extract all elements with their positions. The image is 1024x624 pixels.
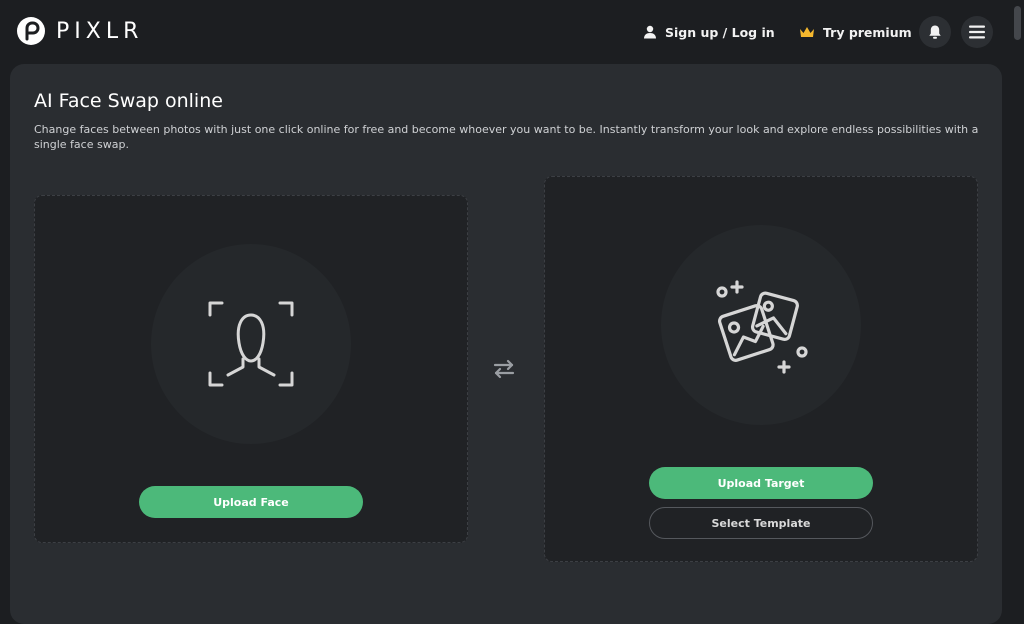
logo-text: PIXLR bbox=[56, 18, 144, 44]
hamburger-menu-icon bbox=[969, 25, 985, 39]
menu-button[interactable] bbox=[961, 16, 993, 48]
scrollbar-thumb[interactable] bbox=[1014, 6, 1021, 40]
crown-icon bbox=[800, 27, 814, 37]
images-icon bbox=[716, 280, 808, 374]
target-icon-circle bbox=[661, 225, 861, 425]
select-template-button[interactable]: Select Template bbox=[649, 507, 873, 539]
user-icon bbox=[644, 25, 656, 39]
top-header: PIXLR Sign up / Log in Try premium bbox=[0, 0, 1024, 64]
face-scan-icon bbox=[208, 301, 294, 387]
target-drop-zone[interactable]: Upload Target Select Template bbox=[544, 176, 978, 562]
face-swap-panel: AI Face Swap online Change faces between… bbox=[10, 64, 1002, 624]
page-title: AI Face Swap online bbox=[34, 90, 223, 112]
upload-target-button[interactable]: Upload Target bbox=[649, 467, 873, 499]
signup-login-label: Sign up / Log in bbox=[665, 24, 775, 40]
page-description: Change faces between photos with just on… bbox=[34, 123, 979, 151]
swap-arrows-icon[interactable] bbox=[492, 357, 516, 381]
try-premium-label: Try premium bbox=[823, 24, 912, 40]
face-drop-zone[interactable]: Upload Face bbox=[34, 195, 468, 543]
bell-icon bbox=[929, 25, 941, 39]
signup-login-button[interactable]: Sign up / Log in bbox=[643, 20, 775, 44]
pixlr-logo[interactable]: PIXLR bbox=[16, 16, 143, 46]
face-icon-circle bbox=[151, 244, 351, 444]
pixlr-logo-icon bbox=[17, 17, 45, 45]
notifications-button[interactable] bbox=[919, 16, 951, 48]
upload-face-button[interactable]: Upload Face bbox=[139, 486, 363, 518]
try-premium-button[interactable]: Try premium bbox=[799, 20, 912, 44]
